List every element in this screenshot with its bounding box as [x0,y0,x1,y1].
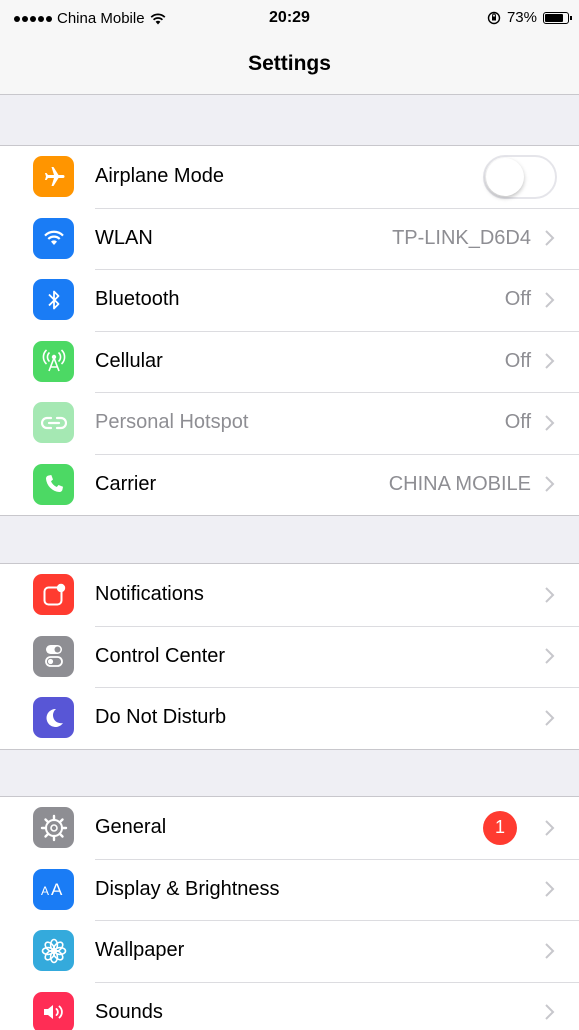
settings-row-wlan[interactable]: WLAN TP-LINK_D6D4 [0,207,579,270]
row-label: Cellular [95,349,163,372]
chevron-right-icon [545,943,555,959]
rotation-lock-icon [487,11,501,24]
chevron-right-icon [545,292,555,308]
battery-percent: 73% [506,9,537,26]
page-title: Settings [248,52,331,75]
row-label: Bluetooth [95,288,180,311]
row-label: Display & Brightness [95,877,280,900]
row-value: CHINA MOBILE [388,472,531,495]
row-label: Control Center [95,644,226,667]
row-label: Do Not Disturb [95,706,227,729]
gear-icon [33,807,74,849]
row-value: TP-LINK_D6D4 [392,226,531,249]
row-label: WLAN [95,226,153,249]
row-label: Sounds [95,1000,163,1023]
row-label: Carrier [95,472,157,495]
chevron-right-icon [545,820,555,836]
settings-row-airplane-mode[interactable]: Airplane Mode [0,146,579,208]
row-value: Off [504,288,531,311]
status-bar: China Mobile 20:29 73% [0,0,579,38]
settings-row-cellular[interactable]: Cellular Off [0,330,579,393]
display-icon: AA [33,868,74,910]
row-label: Airplane Mode [95,165,224,188]
airplane-icon [33,156,74,198]
settings-row-do-not-disturb[interactable]: Do Not Disturb [0,687,579,749]
chevron-right-icon [545,415,555,431]
settings-row-wallpaper[interactable]: Wallpaper [0,920,579,982]
row-value: Off [504,411,531,434]
settings-row-notifications[interactable]: Notifications [0,564,579,626]
chevron-right-icon [545,1004,555,1020]
svg-text:A: A [51,880,63,899]
hotspot-icon [33,402,74,444]
settings-group-notifications: Notifications Control Center Do Not Dist… [0,563,579,750]
moon-icon [33,697,74,739]
speaker-icon [33,991,74,1030]
settings-row-bluetooth[interactable]: Bluetooth Off [0,269,579,331]
row-label: Personal Hotspot [95,411,249,434]
settings-row-control-center[interactable]: Control Center [0,625,579,688]
control-center-icon [33,635,74,677]
notification-badge: 1 [483,810,517,845]
settings-row-personal-hotspot[interactable]: Personal Hotspot Off [0,392,579,454]
wifi-icon [33,217,74,259]
navigation-bar: Settings [0,38,579,95]
settings-row-display-brightness[interactable]: AA Display & Brightness [0,858,579,921]
chevron-right-icon [545,587,555,603]
airplane-mode-toggle[interactable] [483,154,557,199]
chevron-right-icon [545,230,555,246]
row-label: Wallpaper [95,939,185,962]
wallpaper-icon [33,930,74,972]
settings-group-general: General 1 AA Display & Brightness Wallpa… [0,796,579,1030]
battery-info: 73% [487,9,572,26]
chevron-right-icon [545,648,555,664]
settings-row-sounds[interactable]: Sounds [0,981,579,1030]
row-label: Notifications [95,583,204,606]
row-label: General [95,816,167,839]
phone-icon [33,463,74,505]
battery-icon [543,11,572,24]
settings-row-carrier[interactable]: Carrier CHINA MOBILE [0,453,579,516]
bluetooth-icon [33,279,74,321]
row-value: Off [504,349,531,372]
settings-row-general[interactable]: General 1 [0,797,579,859]
chevron-right-icon [545,476,555,492]
settings-group-connectivity: Airplane Mode WLAN TP-LINK_D6D4 Bluetoot… [0,145,579,516]
cellular-icon [33,340,74,382]
notifications-icon [33,574,74,616]
chevron-right-icon [545,353,555,369]
svg-text:A: A [41,884,49,898]
chevron-right-icon [545,881,555,897]
chevron-right-icon [545,710,555,726]
